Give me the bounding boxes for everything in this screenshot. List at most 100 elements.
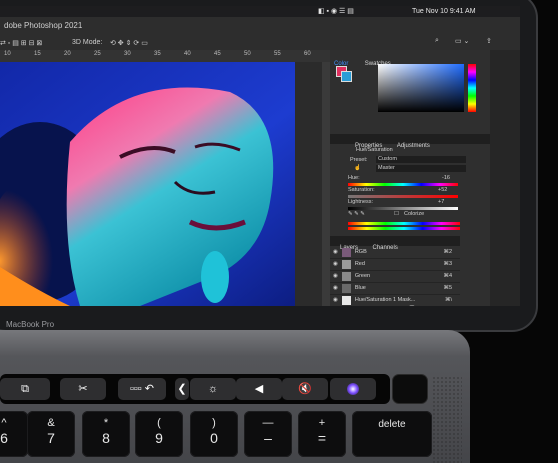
ruler-tick: 30: [124, 51, 131, 57]
key-shift-label: (: [157, 417, 161, 429]
lightness-slider[interactable]: [348, 207, 458, 210]
channel-row[interactable]: ◉ RGB ⌘2: [330, 247, 460, 259]
screen-mirror-button[interactable]: ⧉: [0, 378, 50, 400]
channel-shortcut: ⌘4: [443, 273, 452, 279]
channel-name: Red: [354, 261, 365, 267]
channel-shortcut: ⌘\: [444, 297, 452, 303]
hue-adjust-slider[interactable]: [348, 183, 458, 186]
channel-thumbnail: [341, 284, 351, 293]
channel-shortcut: ⌘2: [443, 249, 452, 255]
portrait-photo: [0, 62, 322, 306]
key-shift-label: *: [103, 417, 109, 429]
side-panels: Color Swatches Properties Adjustments Hu…: [330, 50, 520, 306]
visibility-eye-icon[interactable]: ◉: [333, 261, 338, 267]
channel-thumbnail: [341, 260, 351, 269]
mute-icon[interactable]: 🔇: [282, 378, 328, 400]
hue-output-bar: [348, 227, 460, 230]
channel-row[interactable]: ◉ Red ⌘3: [330, 259, 460, 271]
key[interactable]: (9: [135, 411, 183, 457]
workspace-icon[interactable]: ▭ ⌄: [455, 37, 469, 45]
background-swatch[interactable]: [341, 71, 352, 82]
hue-value[interactable]: -16: [442, 175, 450, 181]
touch-id-button[interactable]: [392, 374, 428, 404]
hand-icon[interactable]: ☝: [354, 165, 361, 171]
key[interactable]: + =: [298, 411, 346, 457]
saturation-value[interactable]: +52: [438, 187, 447, 193]
canvas-image[interactable]: [0, 62, 322, 306]
preset-label: Preset:: [350, 157, 368, 163]
collapse-chevron-icon[interactable]: ❮: [175, 378, 189, 400]
ruler-tick: 35: [154, 51, 161, 57]
search-icon[interactable]: ⌕: [435, 37, 439, 45]
speaker-grille: [432, 376, 462, 463]
key-label: delete: [378, 419, 406, 430]
color-picker-field[interactable]: [378, 64, 464, 112]
ruler-tick: 10: [4, 51, 11, 57]
toolbar-icons[interactable]: ⇄ ▫ ▤ ⊞ ⊟ ⊠: [0, 39, 42, 47]
channel-thumbnail: [341, 272, 351, 281]
hue-slider[interactable]: [468, 64, 476, 112]
ruler-tick: 50: [244, 51, 251, 57]
ruler-tick: 20: [64, 51, 71, 57]
channel-shortcut: ⌘3: [443, 261, 452, 267]
key-label: 9: [155, 430, 163, 446]
hue-label: Hue:: [348, 175, 360, 181]
menu-bar: ◧ ▪ ◉ ☰ ▤ Tue Nov 10 9:41 AM: [0, 6, 520, 17]
eyedropper-icons[interactable]: ✎ ✎ ✎: [348, 211, 365, 217]
key-label: 0: [210, 430, 218, 446]
ruler-tick: 45: [214, 51, 221, 57]
channel-row[interactable]: ◉ Hue/Saturation 1 Mask... ⌘\: [330, 295, 460, 306]
channel-row[interactable]: ◉ Blue ⌘5: [330, 283, 460, 295]
key[interactable]: delete: [352, 411, 432, 457]
ruler-tick: 25: [94, 51, 101, 57]
scissors-button[interactable]: ✂: [60, 378, 106, 400]
channel-thumbnail: [341, 248, 351, 257]
key-shift-label: +: [318, 417, 326, 429]
ruler-tick: 55: [274, 51, 281, 57]
3d-mode-label: 3D Mode:: [72, 39, 103, 46]
date-time: Tue Nov 10 9:41 AM: [412, 8, 476, 15]
key[interactable]: & 7: [27, 411, 75, 457]
undo-button[interactable]: ▫▫▫ ↶: [118, 378, 166, 400]
status-icons: ◧ ▪ ◉ ☰ ▤: [318, 8, 354, 15]
ruler-tick: 40: [184, 51, 191, 57]
key[interactable]: ) 0: [190, 411, 238, 457]
channel-list: ◉ RGB ⌘2 ◉ Red ⌘3 ◉ Green ⌘4 ◉ Blue ⌘5 ◉ Hue/Saturati…: [330, 247, 460, 306]
volume-icon[interactable]: ◀: [236, 378, 282, 400]
channel-name: Blue: [354, 285, 366, 291]
channel-select[interactable]: Master: [376, 165, 466, 172]
preset-select[interactable]: Custom: [376, 156, 466, 163]
brightness-icon[interactable]: ☼: [190, 378, 236, 400]
brand-label: MacBook Pro: [6, 320, 55, 329]
key[interactable]: — –: [244, 411, 292, 457]
key-shift-label: —: [262, 417, 274, 429]
visibility-eye-icon[interactable]: ◉: [333, 297, 338, 303]
saturation-label: Saturation:: [348, 187, 375, 193]
tab-adjustments[interactable]: Adjustments: [397, 143, 430, 149]
siri-icon: [347, 383, 359, 395]
layers-tabs: Layers Channels: [330, 236, 460, 251]
adjustment-name: Hue/Saturation: [356, 147, 393, 153]
3d-tool-icons[interactable]: ⟲ ✥ ⇕ ⟳ ▭: [110, 39, 148, 47]
channel-name: Hue/Saturation 1 Mask...: [354, 297, 416, 303]
app-options-bar: dobe Photoshop 2021 ⇄ ▫ ▤ ⊞ ⊟ ⊠ 3D Mode:…: [0, 17, 520, 51]
visibility-eye-icon[interactable]: ◉: [333, 285, 338, 291]
lightness-value[interactable]: +7: [438, 199, 444, 205]
key-label: 8: [102, 430, 110, 446]
siri-button[interactable]: [330, 378, 376, 400]
touch-bar: ⧉ ✂ ▫▫▫ ↶ ❮ ☼ ◀ 🔇: [0, 374, 390, 404]
channel-name: Green: [354, 273, 371, 279]
saturation-slider[interactable]: [348, 195, 458, 198]
visibility-eye-icon[interactable]: ◉: [333, 249, 338, 255]
colorize-checkbox[interactable]: ☐: [394, 211, 399, 217]
app-title: dobe Photoshop 2021: [4, 21, 83, 30]
share-icon[interactable]: ⇪: [486, 37, 492, 45]
key[interactable]: ^ 6: [0, 411, 28, 457]
channel-row[interactable]: ◉ Green ⌘4: [330, 271, 460, 283]
key[interactable]: * 8: [82, 411, 130, 457]
ruler-tick: 15: [34, 51, 41, 57]
ruler: 10 15 20 25 30 35 40 45 50 55 60: [0, 50, 330, 62]
visibility-eye-icon[interactable]: ◉: [333, 273, 338, 279]
hue-range-bar: [348, 222, 460, 225]
key-label: =: [317, 430, 327, 446]
